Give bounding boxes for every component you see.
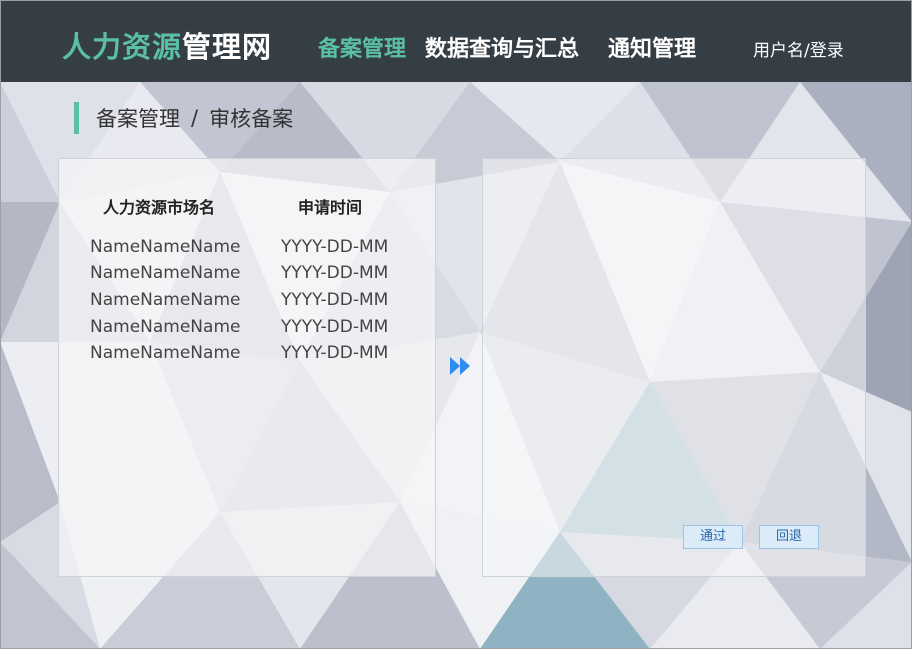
brand-part-1: 人力资源 bbox=[62, 30, 183, 64]
double-chevron-right-icon[interactable] bbox=[449, 356, 471, 380]
application-list-panel: 人力资源市场名 申请时间 NameNameName YYYY-DD-MM Nam… bbox=[58, 158, 436, 577]
user-login-link[interactable]: 用户名/登录 bbox=[753, 36, 844, 61]
apply-time-cell: YYYY-DD-MM bbox=[281, 343, 389, 363]
approve-button[interactable]: 通过 bbox=[683, 525, 743, 549]
breadcrumb: 备案管理 / 审核备案 bbox=[74, 102, 293, 134]
apply-time-cell: YYYY-DD-MM bbox=[281, 290, 389, 310]
market-name-cell: NameNameName bbox=[90, 290, 241, 310]
column-header-apply-time: 申请时间 bbox=[298, 198, 363, 217]
market-name-cell: NameNameName bbox=[90, 343, 241, 363]
top-navigation-bar: 人力资源管理网 备案管理 数据查询与汇总 通知管理 用户名/登录 bbox=[0, 0, 912, 82]
apply-time-cell: YYYY-DD-MM bbox=[281, 317, 389, 337]
breadcrumb-current-page: 审核备案 bbox=[209, 107, 294, 131]
apply-time-cell: YYYY-DD-MM bbox=[281, 237, 389, 257]
nav-item-data-query-summary[interactable]: 数据查询与汇总 bbox=[425, 31, 579, 63]
nav-item-notice-management[interactable]: 通知管理 bbox=[608, 31, 696, 63]
table-row[interactable]: NameNameName YYYY-DD-MM bbox=[59, 290, 435, 316]
table-row[interactable]: NameNameName YYYY-DD-MM bbox=[59, 263, 435, 289]
breadcrumb-separator: / bbox=[191, 106, 199, 130]
market-name-cell: NameNameName bbox=[90, 317, 241, 337]
apply-time-cell: YYYY-DD-MM bbox=[281, 263, 389, 283]
column-header-market-name: 人力资源市场名 bbox=[103, 198, 216, 217]
return-button[interactable]: 回退 bbox=[759, 525, 819, 549]
nav-item-filing-management[interactable]: 备案管理 bbox=[318, 31, 406, 63]
breadcrumb-section[interactable]: 备案管理 bbox=[96, 103, 180, 133]
brand-part-2: 管理网 bbox=[182, 30, 273, 64]
application-detail-panel bbox=[482, 158, 866, 577]
table-row[interactable]: NameNameName YYYY-DD-MM bbox=[59, 343, 435, 369]
market-name-cell: NameNameName bbox=[90, 263, 241, 283]
table-row[interactable]: NameNameName YYYY-DD-MM bbox=[59, 317, 435, 343]
market-name-cell: NameNameName bbox=[90, 237, 241, 257]
table-row[interactable]: NameNameName YYYY-DD-MM bbox=[59, 237, 435, 263]
site-brand[interactable]: 人力资源管理网 bbox=[62, 24, 272, 66]
breadcrumb-accent-bar bbox=[74, 102, 79, 134]
